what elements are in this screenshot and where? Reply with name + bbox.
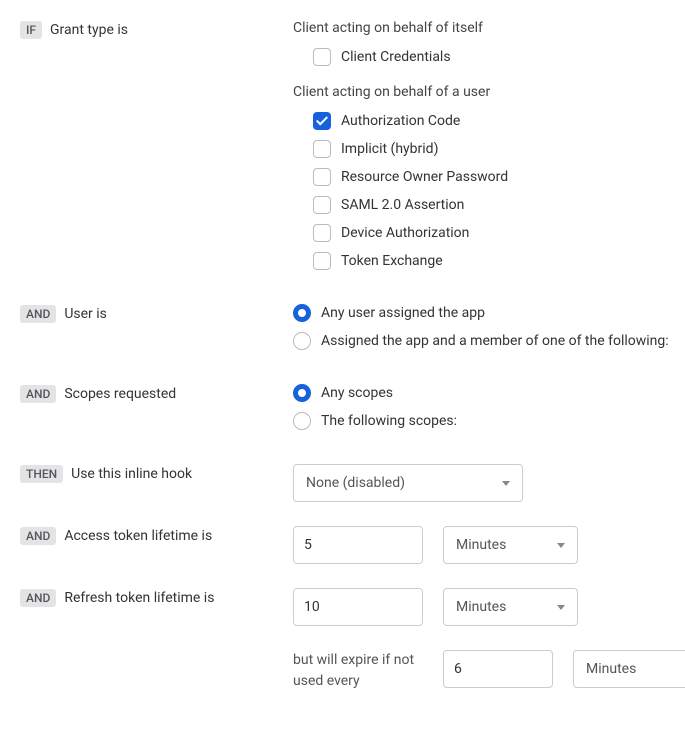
checkbox-device-auth[interactable] [313, 224, 331, 242]
inline-controls-access: Minutes [293, 526, 685, 564]
checkbox-saml[interactable] [313, 196, 331, 214]
control-col-hook: None (disabled) [293, 464, 685, 502]
label-token-exchange: Token Exchange [341, 252, 443, 270]
label-device-auth: Device Authorization [341, 224, 469, 242]
control-col-grant: Client acting on behalf of itself Client… [293, 20, 685, 280]
inline-controls-refresh: Minutes [293, 588, 685, 626]
row-inline-hook: THEN Use this inline hook None (disabled… [20, 464, 685, 502]
select-refresh-unit[interactable]: Minutes [443, 588, 578, 626]
select-access-unit[interactable]: Minutes [443, 526, 578, 564]
input-expire-value[interactable] [443, 650, 553, 688]
label-col: AND User is [20, 304, 293, 324]
control-col-access: Minutes [293, 526, 685, 564]
label-saml: SAML 2.0 Assertion [341, 196, 464, 214]
tag-if: IF [20, 21, 42, 39]
heading-client-user: Client acting on behalf of a user [293, 84, 685, 100]
label-scopes: Scopes requested [64, 386, 176, 402]
label-col: AND Access token lifetime is [20, 526, 293, 546]
select-value: Minutes [456, 599, 506, 615]
select-value: None (disabled) [306, 475, 405, 491]
label-implicit: Implicit (hybrid) [341, 140, 438, 158]
row-scopes: AND Scopes requested Any scopes The foll… [20, 384, 685, 440]
label-resource-owner: Resource Owner Password [341, 168, 508, 186]
radio-member-user[interactable] [293, 332, 311, 350]
checkbox-row-resource-owner: Resource Owner Password [313, 168, 685, 186]
row-refresh-token: AND Refresh token lifetime is Minutes bu… [20, 588, 685, 692]
tag-and: AND [20, 589, 56, 607]
row-grant-type: IF Grant type is Client acting on behalf… [20, 20, 685, 280]
checkbox-token-exchange[interactable] [313, 252, 331, 270]
label-inline-hook: Use this inline hook [71, 466, 192, 482]
label-any-scopes: Any scopes [321, 384, 393, 402]
checkbox-row-client-credentials: Client Credentials [313, 48, 685, 66]
policy-rule-form: IF Grant type is Client acting on behalf… [20, 20, 685, 692]
row-user-is: AND User is Any user assigned the app As… [20, 304, 685, 360]
label-grant-type: Grant type is [50, 22, 128, 38]
heading-client-self: Client acting on behalf of itself [293, 20, 685, 36]
checkbox-row-implicit: Implicit (hybrid) [313, 140, 685, 158]
checkbox-row-device-auth: Device Authorization [313, 224, 685, 242]
checkbox-row-token-exchange: Token Exchange [313, 252, 685, 270]
checkbox-authorization-code[interactable] [313, 112, 331, 130]
control-col-refresh: Minutes but will expire if not used ever… [293, 588, 685, 692]
label-authorization-code: Authorization Code [341, 112, 460, 130]
select-expire-unit[interactable]: Minutes [573, 650, 685, 688]
radio-row-any-scopes: Any scopes [293, 384, 685, 402]
label-col: AND Refresh token lifetime is [20, 588, 293, 608]
label-refresh-token: Refresh token lifetime is [64, 590, 214, 606]
radio-following-scopes[interactable] [293, 412, 311, 430]
chevron-down-icon [502, 481, 510, 486]
checkbox-client-credentials[interactable] [313, 48, 331, 66]
radio-any-scopes[interactable] [293, 384, 311, 402]
radio-row-any-user: Any user assigned the app [293, 304, 685, 322]
checkbox-resource-owner[interactable] [313, 168, 331, 186]
tag-and: AND [20, 527, 56, 545]
select-value: Minutes [456, 537, 506, 553]
label-user-is: User is [64, 306, 107, 322]
input-access-value[interactable] [293, 526, 423, 564]
control-col-user: Any user assigned the app Assigned the a… [293, 304, 685, 360]
label-access-token: Access token lifetime is [64, 528, 212, 544]
sub-row-expire: but will expire if not used every Minute… [293, 650, 685, 692]
control-col-scopes: Any scopes The following scopes: [293, 384, 685, 440]
row-access-token: AND Access token lifetime is Minutes [20, 526, 685, 564]
tag-and: AND [20, 305, 56, 323]
label-member-user: Assigned the app and a member of one of … [321, 332, 669, 350]
checkbox-row-saml: SAML 2.0 Assertion [313, 196, 685, 214]
checkbox-row-auth-code: Authorization Code [313, 112, 685, 130]
input-refresh-value[interactable] [293, 588, 423, 626]
radio-row-member-user: Assigned the app and a member of one of … [293, 332, 685, 350]
label-col: THEN Use this inline hook [20, 464, 293, 484]
label-col: AND Scopes requested [20, 384, 293, 404]
label-following-scopes: The following scopes: [321, 412, 457, 430]
tag-and: AND [20, 385, 56, 403]
checkbox-implicit[interactable] [313, 140, 331, 158]
select-value: Minutes [586, 661, 636, 677]
label-col: IF Grant type is [20, 20, 293, 40]
radio-row-following-scopes: The following scopes: [293, 412, 685, 430]
select-inline-hook[interactable]: None (disabled) [293, 464, 523, 502]
label-expire-prefix: but will expire if not used every [293, 650, 423, 692]
label-client-credentials: Client Credentials [341, 48, 451, 66]
tag-then: THEN [20, 465, 63, 483]
label-any-user: Any user assigned the app [321, 304, 485, 322]
radio-any-user[interactable] [293, 304, 311, 322]
chevron-down-icon [557, 605, 565, 610]
chevron-down-icon [557, 543, 565, 548]
